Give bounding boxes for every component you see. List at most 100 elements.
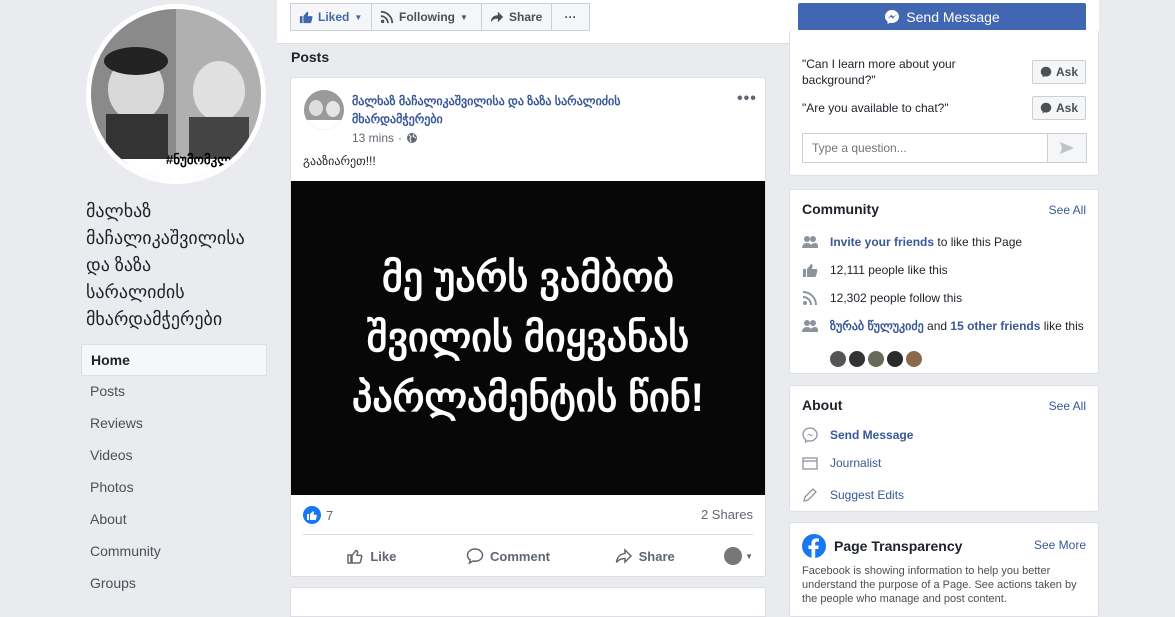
comment-button[interactable]: Comment	[440, 547, 577, 565]
post-text: გააზიარეთ!!!	[303, 154, 376, 168]
post-timestamp: 13 mins ·	[352, 131, 418, 145]
about-category-row: Journalist	[802, 455, 1086, 471]
follows-count-text: 12,302 people follow this	[830, 291, 963, 305]
thumbs-up-icon	[803, 264, 818, 277]
reaction-summary[interactable]: 7	[303, 506, 333, 524]
posts-section-title: Posts	[291, 49, 330, 65]
post-as-selector[interactable]: ▼	[713, 547, 753, 565]
avatar[interactable]	[887, 351, 903, 367]
friend-rest-text: like this	[1040, 319, 1084, 333]
invite-row: Invite your friends to like this Page	[802, 234, 1086, 250]
left-nav: Home Posts Reviews Videos Photos About C…	[81, 344, 267, 600]
ask-button[interactable]: Ask	[1031, 96, 1086, 120]
friends-like-row: ზურაბ წულუკიძე and 15 other friends like…	[802, 318, 1086, 334]
send-message-button[interactable]: Send Message	[798, 3, 1086, 31]
thumbs-up-icon	[299, 11, 313, 24]
question-row: "Are you available to chat?" Ask	[802, 96, 1086, 120]
more-button[interactable]: ···	[551, 3, 590, 31]
nav-item-about[interactable]: About	[81, 504, 267, 536]
nav-item-videos[interactable]: Videos	[81, 440, 267, 472]
share-button[interactable]: Share	[576, 547, 713, 565]
likes-count-text: 12,111 people like this	[830, 263, 948, 277]
image-text-line: მე უარს ვამბობ	[382, 256, 674, 300]
comment-label: Comment	[490, 548, 550, 564]
other-friends-link[interactable]: 15 other friends	[950, 319, 1040, 333]
image-text-line: პარლამენტის წინ!	[352, 376, 704, 420]
about-category-link[interactable]: Journalist	[830, 455, 881, 471]
like-label: Like	[370, 548, 397, 564]
page-transparency-title: Page Transparency	[834, 538, 963, 554]
page-name-line: მაჩალიკაშვილისა	[86, 228, 245, 248]
ask-button[interactable]: Ask	[1031, 60, 1086, 84]
nav-item-home[interactable]: Home	[81, 344, 267, 376]
liked-button[interactable]: Liked ▼	[290, 3, 372, 31]
shares-count[interactable]: 2 Shares	[701, 507, 753, 522]
page-name-line: და ზაზა	[86, 255, 152, 275]
send-arrow-icon	[1060, 142, 1074, 154]
globe-icon	[407, 133, 418, 143]
see-more-link[interactable]: See More	[1034, 538, 1086, 552]
nav-item-groups[interactable]: Groups	[81, 568, 267, 600]
page-name-line: მალხაზ	[86, 201, 152, 221]
like-reaction-icon	[303, 506, 321, 524]
people-icon	[802, 236, 818, 248]
avatar[interactable]	[868, 351, 884, 367]
post-image[interactable]: მე უარს ვამბობ შვილის მიყვანას პარლამენტ…	[291, 181, 765, 495]
nav-item-community[interactable]: Community	[81, 536, 267, 568]
post-author-avatar[interactable]	[304, 90, 344, 130]
invite-friends-link[interactable]: Invite your friends	[830, 235, 934, 249]
avatar[interactable]	[849, 351, 865, 367]
post-card: მალხაზ მაჩალიკაშვილისა და ზაზა სარალიძის…	[290, 77, 766, 577]
about-suggest-row: Suggest Edits	[802, 487, 1086, 503]
ask-label: Ask	[1055, 101, 1078, 115]
post-author-name[interactable]: მალხაზ მაჩალიკაშვილისა და ზაზა სარალიძის…	[352, 92, 712, 128]
image-text-line: შვილის მიყვანას	[366, 316, 690, 360]
messenger-icon	[1040, 66, 1052, 78]
profile-picture[interactable]: #ნუმომკლ	[86, 4, 266, 184]
following-label: Following	[399, 10, 455, 24]
nav-item-posts[interactable]: Posts	[81, 376, 267, 408]
avatar[interactable]	[830, 351, 846, 367]
liked-label: Liked	[318, 10, 350, 24]
page-name[interactable]: მალხაზ მაჩალიკაშვილისა და ზაზა სარალიძის…	[86, 198, 266, 333]
send-question-button[interactable]	[1047, 133, 1087, 163]
divider	[303, 534, 753, 535]
page-category-icon	[802, 457, 818, 470]
nav-item-photos[interactable]: Photos	[81, 472, 267, 504]
send-message-label: Send Message	[906, 9, 1000, 25]
avatar[interactable]	[906, 351, 922, 367]
post-options-icon[interactable]: •••	[737, 90, 757, 108]
chevron-down-icon: ▼	[745, 551, 754, 561]
reaction-count: 7	[326, 507, 334, 523]
question-input[interactable]	[802, 133, 1047, 163]
question-text: "Can I learn more about your background?…	[802, 57, 956, 87]
nav-item-reviews[interactable]: Reviews	[81, 408, 267, 440]
share-arrow-icon	[490, 11, 504, 23]
questions-card: "Can I learn more about your background?…	[789, 30, 1099, 176]
community-card: Community See All Invite your friends to…	[789, 189, 1099, 374]
about-send-message-link[interactable]: Send Message	[830, 427, 913, 443]
share-page-button[interactable]: Share	[481, 3, 552, 31]
like-button[interactable]: Like	[303, 547, 440, 565]
next-post-card	[290, 587, 766, 617]
page-name-line: სარალიძის	[86, 282, 185, 302]
friend-and-text: and	[923, 319, 951, 333]
about-title: About	[802, 397, 843, 413]
share-label: Share	[509, 10, 543, 24]
question-row: "Can I learn more about your background?…	[802, 56, 1086, 88]
about-see-all-link[interactable]: See All	[1049, 399, 1086, 413]
share-icon	[615, 548, 632, 564]
following-button[interactable]: Following ▼	[371, 3, 482, 31]
follows-row: 12,302 people follow this	[802, 290, 1086, 306]
suggest-edits-link[interactable]: Suggest Edits	[830, 487, 904, 503]
more-dots-icon: ···	[564, 10, 577, 24]
thumbs-up-outline-icon	[347, 549, 363, 564]
friend-avatars	[830, 351, 922, 367]
chevron-down-icon: ▼	[460, 12, 468, 22]
community-see-all-link[interactable]: See All	[1049, 203, 1086, 217]
profile-hashtag: #ნუმომკლ	[166, 152, 232, 167]
post-time-text[interactable]: 13 mins	[352, 131, 394, 145]
friend-name-link[interactable]: ზურაბ წულუკიძე	[830, 319, 924, 333]
rss-icon	[802, 291, 817, 306]
about-message-row: Send Message	[802, 427, 1086, 443]
